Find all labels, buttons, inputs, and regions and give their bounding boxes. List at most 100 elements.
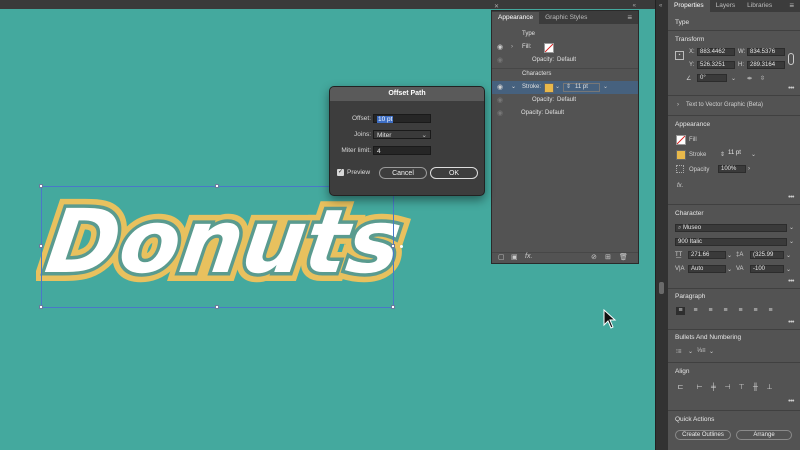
h-input[interactable]: 289.3164 (747, 61, 785, 69)
appearance-fill-row[interactable]: ◉ › Fill: (492, 41, 638, 54)
w-input[interactable]: 834.5376 (747, 48, 785, 56)
collapse-panels-icon[interactable]: « (659, 3, 662, 9)
stroke-label[interactable]: Stroke: (522, 81, 541, 94)
panel-menu-icon[interactable]: ≡ (783, 0, 800, 12)
font-size-input[interactable]: 271.66 (688, 251, 726, 259)
chevron-down-icon[interactable]: ⌄ (709, 348, 714, 355)
expand-chevron-icon[interactable]: ⌄ (511, 81, 516, 94)
chevron-down-icon[interactable]: ⌄ (789, 238, 794, 245)
add-effect-icon[interactable]: fx. (525, 253, 532, 260)
opacity-input[interactable]: 100% (718, 165, 746, 173)
justify-center-icon[interactable]: ≡ (736, 307, 745, 315)
panel-menu-icon[interactable]: ≡ (621, 12, 638, 24)
chevron-down-icon[interactable]: ⌄ (731, 75, 736, 82)
opacity-label[interactable]: Opacity: (532, 94, 554, 107)
justify-left-icon[interactable]: ≡ (721, 307, 730, 315)
align-bottom-edges-icon[interactable]: ⊥ (765, 384, 774, 392)
chevron-down-icon[interactable]: ⌄ (751, 151, 756, 158)
cancel-button[interactable]: Cancel (379, 167, 427, 179)
chevron-down-icon[interactable]: ⌄ (789, 224, 794, 231)
arrange-button[interactable]: Arrange (736, 430, 792, 440)
align-right-icon[interactable]: ≡ (706, 307, 715, 315)
font-family-select[interactable]: ⌕ Museo (675, 224, 787, 232)
offset-input[interactable]: 10 pt (373, 114, 431, 123)
miter-limit-input[interactable]: 4 (373, 146, 431, 155)
appearance-type-row[interactable]: Type (492, 28, 638, 41)
stroke-label[interactable]: Stroke (689, 152, 706, 158)
reference-point-icon[interactable]: ▪ (675, 51, 684, 60)
justify-all-icon[interactable]: ≡ (766, 307, 775, 315)
appearance-opacity-row-3[interactable]: ◉ Opacity: Default (492, 107, 638, 120)
selection-handle-bm[interactable] (215, 305, 219, 309)
preview-label[interactable]: Preview (347, 169, 370, 176)
align-vertical-center-icon[interactable]: ╫ (751, 384, 760, 392)
add-effect-icon[interactable]: fx. (677, 183, 683, 189)
leading-input[interactable]: (325.99 (750, 251, 784, 259)
chevron-down-icon[interactable]: ⌄ (727, 266, 732, 273)
kerning-input[interactable]: Auto (688, 265, 726, 273)
chevron-right-icon[interactable]: › (748, 166, 750, 172)
chevron-down-icon[interactable]: ⌄ (688, 348, 693, 355)
chevron-down-icon[interactable]: ⌄ (786, 252, 791, 259)
add-new-stroke-icon[interactable]: ▢ (498, 253, 505, 261)
bullets-icon[interactable]: ⁝≡ (676, 348, 681, 355)
create-outlines-button[interactable]: Create Outlines (675, 430, 731, 440)
font-style-select[interactable]: 900 Italic (675, 238, 787, 246)
selection-handle-bl[interactable] (39, 305, 43, 309)
justify-right-icon[interactable]: ≡ (751, 307, 760, 315)
tab-properties[interactable]: Properties (668, 0, 710, 12)
selection-handle-br[interactable] (391, 305, 395, 309)
tab-libraries[interactable]: Libraries (741, 0, 778, 12)
numbering-icon[interactable]: ⅓≡ (697, 348, 706, 354)
close-panel-icon[interactable]: ✕ (494, 3, 499, 10)
chevron-down-icon[interactable]: ⌄ (603, 81, 608, 94)
align-right-edges-icon[interactable]: ⊣ (723, 384, 732, 392)
chevron-right-icon[interactable]: › (677, 102, 679, 108)
align-to-icon[interactable]: ⊏ (676, 384, 685, 392)
y-input[interactable]: 526.3251 (697, 61, 735, 69)
tab-appearance[interactable]: Appearance (492, 12, 540, 24)
tracking-input[interactable]: -100 (750, 265, 784, 273)
align-left-icon[interactable]: ≡ (676, 307, 685, 315)
appearance-stroke-row[interactable]: ◉ ⌄ Stroke: ⌄ 11 pt ⇕ ⌄ (492, 81, 638, 94)
tab-graphic-styles[interactable]: Graphic Styles (539, 12, 593, 24)
visibility-eye-icon[interactable]: ◉ (497, 107, 503, 120)
stepper-icon[interactable]: ⇕ (720, 151, 725, 158)
stepper-icon[interactable]: ⇕ (566, 81, 571, 94)
rotate-point-icon[interactable] (400, 245, 403, 248)
collapse-panel-icon[interactable]: « (633, 3, 636, 9)
more-options-icon[interactable]: ••• (788, 85, 794, 92)
text-to-vector-label[interactable]: Text to Vector Graphic (Beta) (686, 102, 763, 108)
more-options-icon[interactable]: ••• (788, 319, 794, 326)
visibility-eye-icon[interactable]: ◉ (497, 81, 503, 94)
duplicate-item-icon[interactable]: ⊞ (605, 253, 611, 261)
canvas-vertical-scrollbar[interactable] (655, 0, 668, 450)
more-options-icon[interactable]: ••• (788, 398, 794, 405)
tab-layers[interactable]: Layers (710, 0, 742, 12)
opacity-label[interactable]: Opacity: (521, 107, 543, 120)
rotate-input[interactable]: 0° (697, 74, 727, 82)
chevron-down-icon[interactable]: ⌄ (786, 266, 791, 273)
opacity-label[interactable]: Opacity: (532, 54, 554, 67)
ok-button[interactable]: OK (430, 167, 478, 179)
appearance-characters-row[interactable]: Characters (492, 68, 638, 81)
selection-handle-ml[interactable] (39, 244, 43, 248)
chevron-down-icon[interactable]: ⌄ (555, 81, 560, 94)
flip-horizontal-icon[interactable]: ⇹ (747, 75, 752, 82)
delete-item-icon[interactable]: 🗑 (619, 253, 628, 261)
fill-label[interactable]: Fill (689, 137, 697, 143)
align-left-edges-icon[interactable]: ⊢ (695, 384, 704, 392)
more-options-icon[interactable]: ••• (788, 278, 794, 285)
flip-vertical-icon[interactable]: ⇳ (760, 75, 765, 82)
appearance-opacity-row-2[interactable]: ◉ Opacity: Default (492, 94, 638, 107)
chevron-down-icon[interactable]: ⌄ (727, 252, 732, 259)
fill-none-swatch-icon[interactable] (544, 43, 554, 53)
dialog-title[interactable]: Offset Path (330, 87, 484, 101)
fill-none-swatch-icon[interactable] (676, 135, 686, 145)
selection-handle-mr[interactable] (391, 244, 395, 248)
stroke-color-swatch[interactable] (676, 150, 686, 160)
align-center-icon[interactable]: ≡ (691, 307, 700, 315)
appearance-opacity-row-1[interactable]: ◉ Opacity: Default (492, 54, 638, 67)
align-horizontal-center-icon[interactable]: ╪ (709, 384, 718, 392)
selection-handle-tm[interactable] (215, 184, 219, 188)
